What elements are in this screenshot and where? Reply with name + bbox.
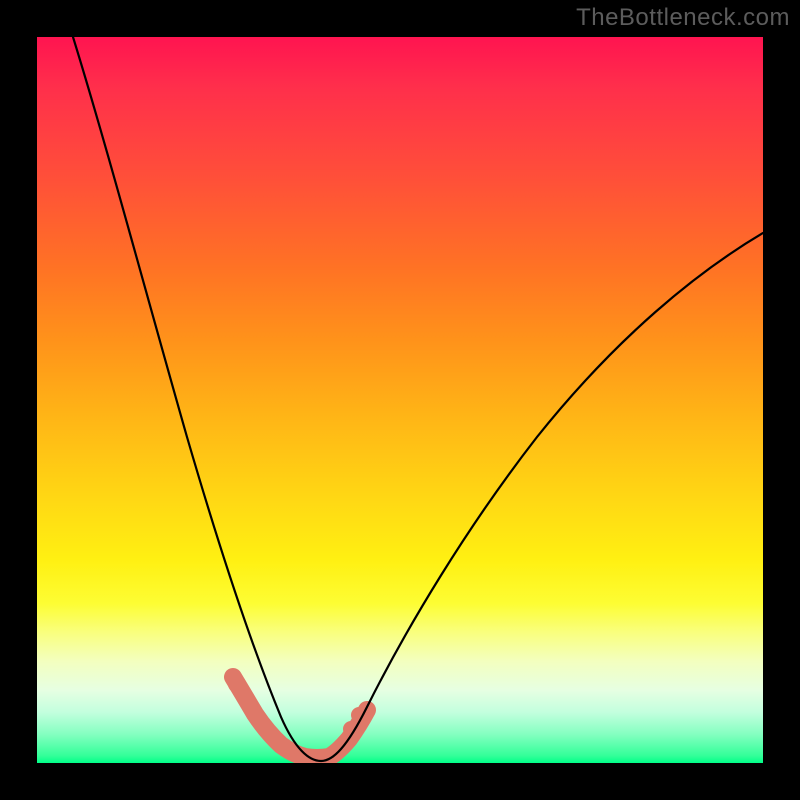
black-curve <box>73 37 763 761</box>
salmon-curve <box>233 677 367 758</box>
salmon-dot-2 <box>242 699 258 715</box>
salmon-dot-1 <box>228 675 246 693</box>
plot-area <box>37 37 763 763</box>
chart-frame: TheBottleneck.com <box>0 0 800 800</box>
curve-layer <box>37 37 763 763</box>
watermark-text: TheBottleneck.com <box>576 4 790 32</box>
